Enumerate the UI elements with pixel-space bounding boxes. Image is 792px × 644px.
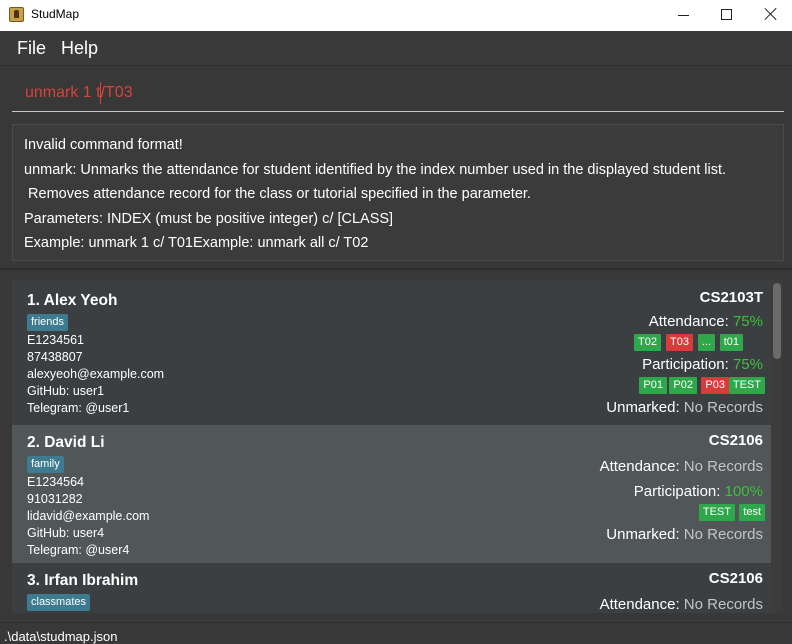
unmarked-stat: Unmarked: No Records — [606, 526, 763, 543]
participation-stat: Participation: 75% — [642, 356, 763, 373]
result-line: unmark: Unmarks the attendance for stude… — [24, 161, 727, 178]
maximize-icon — [721, 9, 732, 20]
unmarked-value: No Records — [683, 526, 763, 543]
command-area — [0, 67, 792, 119]
attendance-stat: Attendance: 75% — [649, 313, 763, 330]
student-card[interactable]: 1. Alex Yeoh friends E1234561 87438807 a… — [12, 280, 771, 425]
student-github: GitHub: user4 — [27, 526, 105, 540]
student-name: 3. Irfan Ibrahim — [27, 572, 139, 589]
student-card[interactable]: 3. Irfan Ibrahim classmates CS2106 Atten… — [12, 563, 771, 613]
result-line: Example: unmark 1 c/ T01Example: unmark … — [24, 235, 369, 251]
student-tag: classmates — [27, 594, 91, 611]
minimize-icon — [678, 15, 689, 16]
attendance-badge: ... — [697, 334, 715, 351]
participation-badge: TEST — [698, 504, 735, 521]
student-module: CS2106 — [708, 570, 763, 587]
student-telegram: Telegram: @user4 — [27, 543, 130, 557]
student-id: E1234561 — [27, 333, 85, 347]
list-scrollbar[interactable] — [771, 280, 783, 613]
participation-badge: test — [739, 504, 765, 521]
student-tag: friends — [27, 314, 69, 331]
participation-badge: P02 — [669, 377, 697, 394]
title-bar: StudMap — [0, 0, 792, 31]
result-line: Removes attendance record for the class … — [24, 186, 531, 202]
unmarked-stat: Unmarked: No Records — [606, 399, 763, 416]
panel-divider — [0, 268, 792, 270]
command-input[interactable] — [12, 75, 784, 112]
student-module: CS2103T — [699, 289, 763, 306]
student-name: 2. David Li — [27, 434, 105, 451]
attendance-badge: T03 — [666, 334, 693, 351]
participation-badge: TEST — [728, 377, 765, 394]
minimize-button[interactable] — [660, 0, 706, 31]
student-name: 1. Alex Yeoh — [27, 292, 118, 309]
attendance-value: No Records — [683, 458, 763, 475]
save-location: .\data\studmap.json — [4, 629, 118, 644]
student-email: alexyeoh@example.com — [27, 367, 165, 381]
result-display: Invalid command format! unmark: Unmarks … — [12, 124, 784, 261]
attendance-value: No Records — [683, 596, 763, 613]
app-icon — [9, 7, 24, 22]
student-telegram: Telegram: @user1 — [27, 401, 130, 415]
attendance-label: Attendance: — [599, 458, 680, 475]
student-module: CS2106 — [708, 432, 763, 449]
menu-help[interactable]: Help — [61, 38, 98, 59]
menu-file[interactable]: File — [17, 38, 46, 59]
close-icon — [764, 7, 778, 21]
close-button[interactable] — [748, 0, 792, 31]
participation-value: 75% — [732, 356, 763, 373]
attendance-stat: Attendance: No Records — [600, 458, 763, 475]
menu-bar: File Help — [0, 31, 792, 66]
scrollbar-thumb[interactable] — [773, 283, 781, 359]
attendance-label: Attendance: — [648, 313, 729, 330]
unmarked-label: Unmarked: — [606, 526, 680, 543]
attendance-value: 75% — [732, 313, 763, 330]
student-phone: 87438807 — [27, 350, 83, 364]
maximize-button[interactable] — [704, 0, 750, 31]
student-phone: 91031282 — [27, 492, 83, 506]
student-tag: family — [27, 456, 64, 473]
participation-badge: P03 — [701, 377, 729, 394]
attendance-label: Attendance: — [599, 596, 680, 613]
result-line: Parameters: INDEX (must be positive inte… — [24, 210, 394, 227]
student-card[interactable]: 2. David Li family E1234564 91031282 lid… — [12, 425, 771, 563]
result-line: Invalid command format! — [24, 137, 183, 153]
student-email: lidavid@example.com — [27, 509, 150, 523]
participation-value: 100% — [724, 483, 763, 500]
unmarked-label: Unmarked: — [606, 399, 680, 416]
participation-label: Participation: — [633, 483, 721, 500]
participation-badge: P01 — [639, 377, 667, 394]
window-title: StudMap — [31, 7, 80, 21]
attendance-badge: t01 — [719, 334, 743, 351]
participation-stat: Participation: 100% — [634, 483, 763, 500]
attendance-badge: T02 — [634, 334, 661, 351]
student-list[interactable]: 1. Alex Yeoh friends E1234561 87438807 a… — [12, 280, 771, 613]
text-caret — [100, 82, 101, 104]
status-bar: .\data\studmap.json — [0, 622, 792, 644]
student-id: E1234564 — [27, 475, 85, 489]
participation-label: Participation: — [642, 356, 729, 373]
unmarked-value: No Records — [683, 399, 763, 416]
attendance-stat: Attendance: No Records — [600, 596, 763, 613]
student-github: GitHub: user1 — [27, 384, 105, 398]
